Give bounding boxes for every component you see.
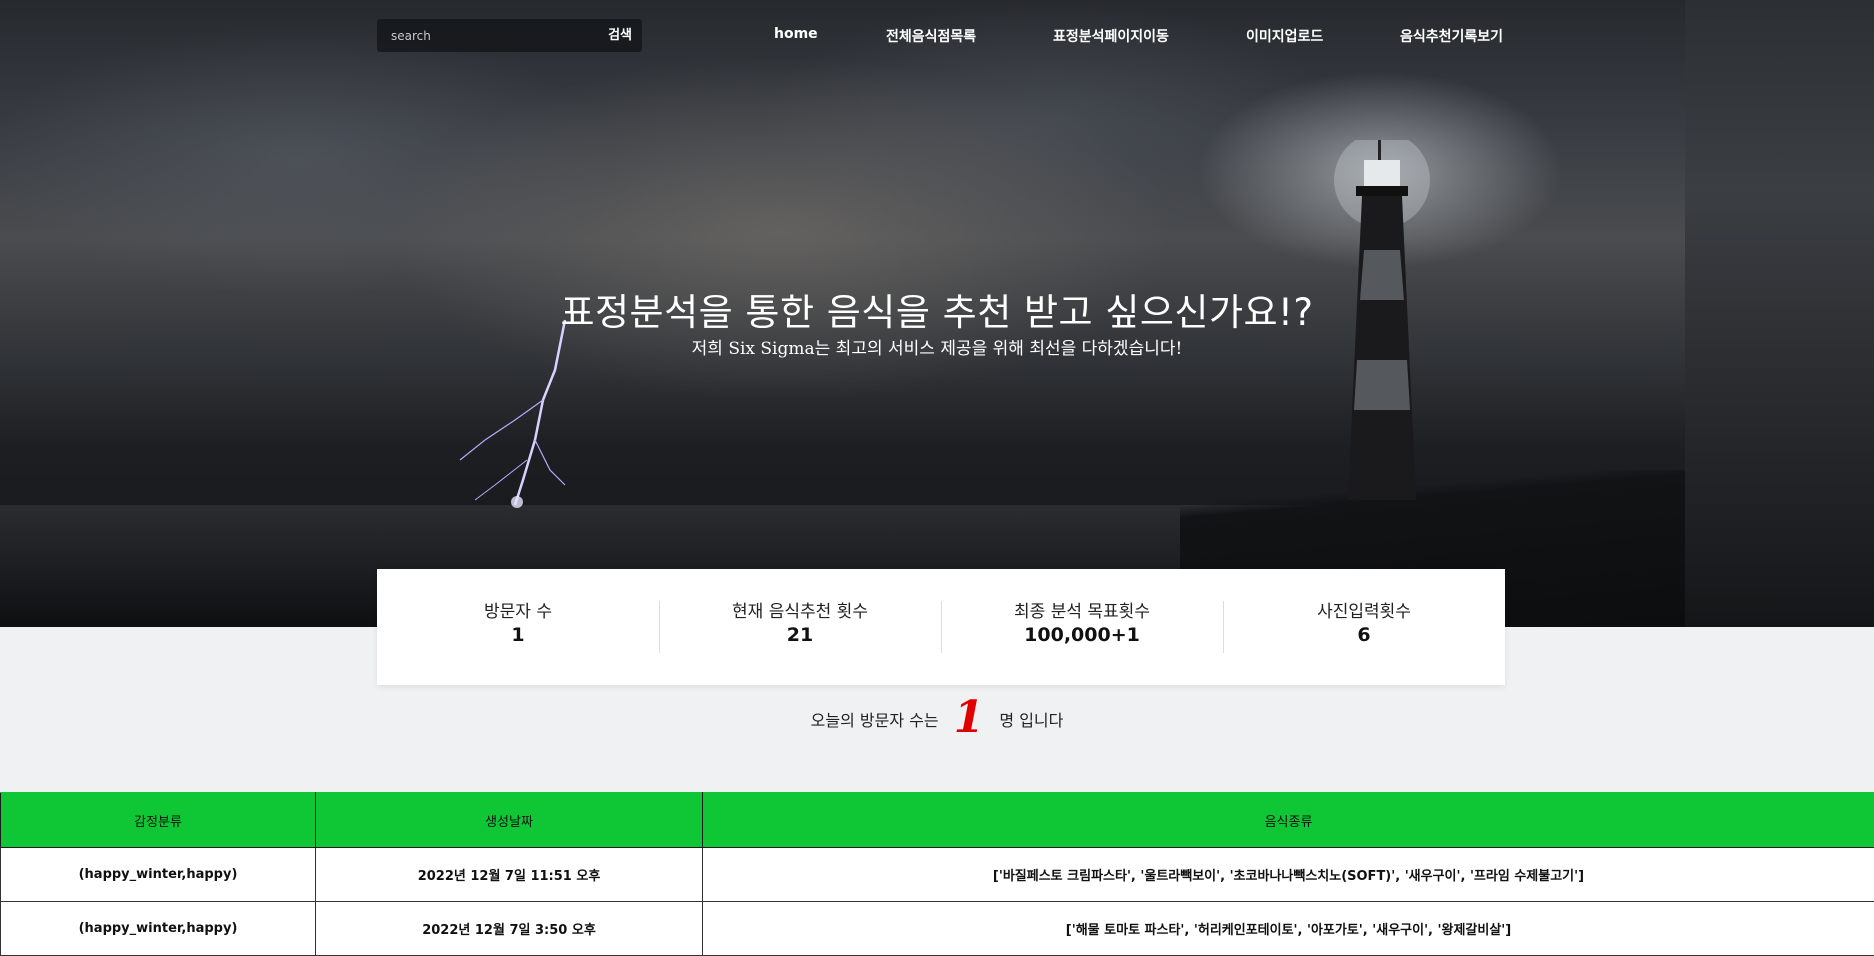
history-table: 감정분류 생성날짜 음식종류 (happy_winter,happy) 2022… bbox=[0, 792, 1874, 956]
search-button[interactable]: 검색 bbox=[604, 19, 636, 52]
stats-card: 방문자 수 1 현재 음식추천 횟수 21 최종 분석 목표횟수 100,000… bbox=[377, 569, 1505, 685]
stat-photo-inputs: 사진입력횟수 6 bbox=[1223, 601, 1505, 653]
visitor-suffix: 명 입니다 bbox=[999, 711, 1063, 730]
stat-label: 최종 분석 목표횟수 bbox=[941, 601, 1223, 623]
nav-home[interactable]: home bbox=[774, 26, 818, 42]
stat-label: 사진입력횟수 bbox=[1223, 601, 1505, 623]
nav-expression-page[interactable]: 표정분석페이지이동 bbox=[1053, 26, 1169, 46]
header-emotion: 감정분류 bbox=[1, 793, 316, 848]
stat-recommendations: 현재 음식추천 횟수 21 bbox=[659, 601, 941, 653]
cell-emotion: (happy_winter,happy) bbox=[1, 902, 316, 956]
search-input[interactable] bbox=[377, 19, 577, 52]
stat-label: 방문자 수 bbox=[377, 601, 659, 623]
stat-visitors: 방문자 수 1 bbox=[377, 601, 659, 653]
stat-value: 1 bbox=[377, 623, 659, 647]
cell-date: 2022년 12월 7일 11:51 오후 bbox=[316, 848, 703, 902]
table-row: (happy_winter,happy) 2022년 12월 7일 3:50 오… bbox=[1, 902, 1874, 956]
nav-history[interactable]: 음식추천기록보기 bbox=[1400, 26, 1503, 46]
hero-subtitle: 저희 Six Sigma는 최고의 서비스 제공을 위해 최선을 다하겠습니다! bbox=[0, 334, 1874, 359]
nav-food-list[interactable]: 전체음식점목록 bbox=[886, 26, 976, 46]
stat-value: 6 bbox=[1223, 623, 1505, 647]
header-date: 생성날짜 bbox=[316, 793, 703, 848]
stat-label: 현재 음식추천 횟수 bbox=[659, 601, 941, 623]
visitor-count-line: 오늘의 방문자 수는 1 명 입니다 bbox=[0, 692, 1874, 743]
nav-image-upload[interactable]: 이미지업로드 bbox=[1246, 26, 1323, 46]
cell-food: ['바질페스토 크림파스타', '울트라빽보이', '초코바나나빽스치노(SOF… bbox=[703, 848, 1874, 902]
stat-value: 21 bbox=[659, 623, 941, 647]
table-header-row: 감정분류 생성날짜 음식종류 bbox=[1, 793, 1874, 848]
cell-food: ['해물 토마토 파스타', '허리케인포테이토', '아포가토', '새우구이… bbox=[703, 902, 1874, 956]
cell-emotion: (happy_winter,happy) bbox=[1, 848, 316, 902]
cell-date: 2022년 12월 7일 3:50 오후 bbox=[316, 902, 703, 956]
header-food: 음식종류 bbox=[703, 793, 1874, 848]
stat-target: 최종 분석 목표횟수 100,000+1 bbox=[941, 601, 1223, 653]
search-bar: 검색 bbox=[377, 19, 642, 52]
hero-title: 표정분석을 통한 음식을 추천 받고 싶으신가요!? bbox=[0, 282, 1874, 336]
table-row: (happy_winter,happy) 2022년 12월 7일 11:51 … bbox=[1, 848, 1874, 902]
stat-value: 100,000+1 bbox=[941, 623, 1223, 647]
visitor-count: 1 bbox=[954, 692, 985, 743]
visitor-prefix: 오늘의 방문자 수는 bbox=[811, 711, 939, 730]
